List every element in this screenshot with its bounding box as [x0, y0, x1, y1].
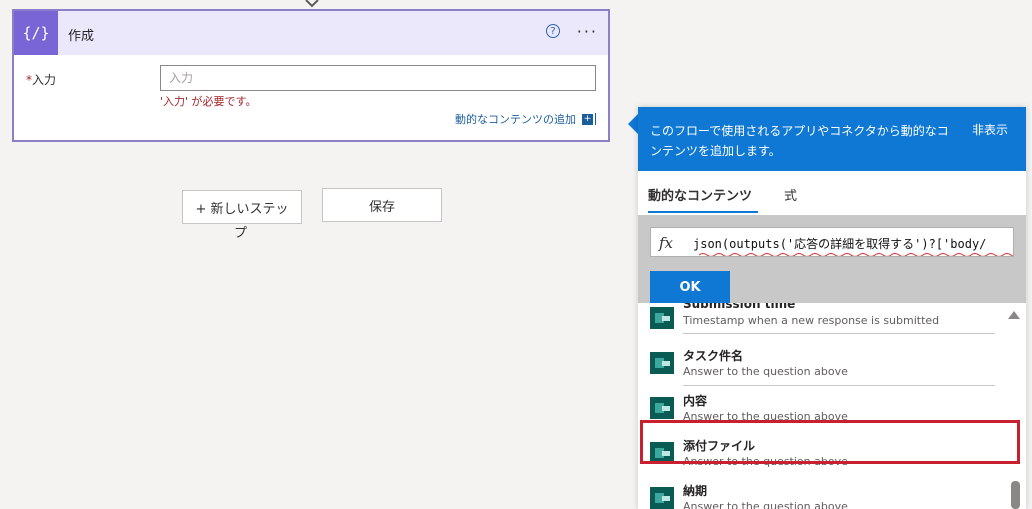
- list-item[interactable]: 納期 Answer to the question above: [638, 477, 1008, 509]
- item-description: Answer to the question above: [683, 365, 848, 378]
- add-dynamic-content-bar: [595, 113, 596, 125]
- item-name: Submission time: [683, 303, 796, 311]
- compose-card-header[interactable]: {∕} 作成 ? ···: [14, 11, 608, 55]
- item-description: Timestamp when a new response is submitt…: [683, 314, 940, 327]
- item-description: Answer to the question above: [683, 500, 848, 509]
- expression-area: fx json(outputs('応答の詳細を取得する')?['body/ OK: [638, 215, 1026, 303]
- scrollbar-thumb[interactable]: [1011, 481, 1020, 509]
- active-tab-indicator: [648, 211, 758, 213]
- ok-button[interactable]: OK: [650, 271, 730, 303]
- forms-icon: [650, 397, 674, 419]
- panel-tabs: 動的なコンテンツ 式: [638, 171, 1026, 217]
- panel-header: このフローで使用されるアプリやコネクタから動的なコンテンツを追加します。 非表示: [638, 107, 1026, 171]
- panel-description: このフローで使用されるアプリやコネクタから動的なコンテンツを追加します。: [650, 124, 949, 158]
- highlighted-item-frame: [640, 420, 1020, 464]
- help-icon[interactable]: ?: [546, 24, 560, 38]
- input-error-message: '入力' が必要です。: [160, 95, 257, 108]
- more-options-icon[interactable]: ···: [577, 22, 598, 41]
- panel-pointer: [628, 114, 638, 134]
- connector-arrow-icon: [305, 0, 319, 8]
- item-name: 内容: [683, 394, 708, 408]
- expression-input[interactable]: fx json(outputs('応答の詳細を取得する')?['body/: [650, 227, 1014, 257]
- save-button[interactable]: 保存: [322, 188, 442, 222]
- tab-expression[interactable]: 式: [784, 185, 797, 204]
- add-dynamic-content-label: 動的なコンテンツの追加: [455, 113, 576, 126]
- fx-icon: fx: [659, 234, 674, 252]
- dynamic-content-list: Submission time Timestamp when a new res…: [638, 303, 1026, 509]
- compose-card-title: 作成: [68, 29, 95, 44]
- expression-text: json(outputs('応答の詳細を取得する')?['body/: [693, 237, 987, 251]
- compose-action-icon: {∕}: [14, 11, 58, 55]
- hide-panel-link[interactable]: 非表示: [972, 121, 1008, 138]
- forms-icon: [650, 487, 674, 509]
- forms-icon: [650, 307, 674, 329]
- new-step-label-overflow: プ: [234, 226, 248, 241]
- item-name: タスク件名: [683, 349, 744, 363]
- input-label-text: 入力: [32, 73, 57, 87]
- add-dynamic-content-icon: +: [582, 113, 593, 125]
- list-item[interactable]: タスク件名 Answer to the question above: [638, 342, 1008, 387]
- input-field-label: *入力: [26, 71, 56, 88]
- add-dynamic-content-link[interactable]: 動的なコンテンツの追加 +: [455, 111, 596, 127]
- list-item[interactable]: Submission time Timestamp when a new res…: [638, 303, 1008, 342]
- new-step-button[interactable]: + 新しいステッ: [182, 190, 302, 224]
- dynamic-content-panel: このフローで使用されるアプリやコネクタから動的なコンテンツを追加します。 非表示…: [638, 107, 1026, 509]
- tab-dynamic-content[interactable]: 動的なコンテンツ: [648, 185, 752, 204]
- item-name: 納期: [683, 484, 708, 498]
- forms-icon: [650, 352, 674, 374]
- compose-action-card: {∕} 作成 ? ··· *入力 '入力' が必要です。 動的なコンテンツの追加…: [12, 9, 610, 142]
- item-separator: [683, 385, 995, 386]
- item-separator: [683, 333, 995, 334]
- input-field[interactable]: [160, 65, 596, 91]
- scroll-up-arrow-icon[interactable]: [1008, 311, 1020, 319]
- spellcheck-squiggle: [699, 253, 1013, 256]
